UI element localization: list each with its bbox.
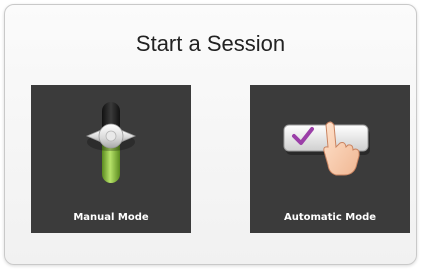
slider-toggle-icon <box>85 102 137 183</box>
dialog-title: Start a Session <box>135 31 286 56</box>
hand-press-checkmark-button-icon <box>283 121 370 176</box>
start-session-dialog: Start a Session Manual Mode Automatic Mo… <box>4 4 417 265</box>
manual-mode-label: Manual Mode <box>73 212 149 223</box>
automatic-mode-button[interactable]: Automatic Mode <box>250 85 410 233</box>
automatic-mode-label: Automatic Mode <box>283 212 377 223</box>
manual-mode-button[interactable]: Manual Mode <box>31 85 191 233</box>
